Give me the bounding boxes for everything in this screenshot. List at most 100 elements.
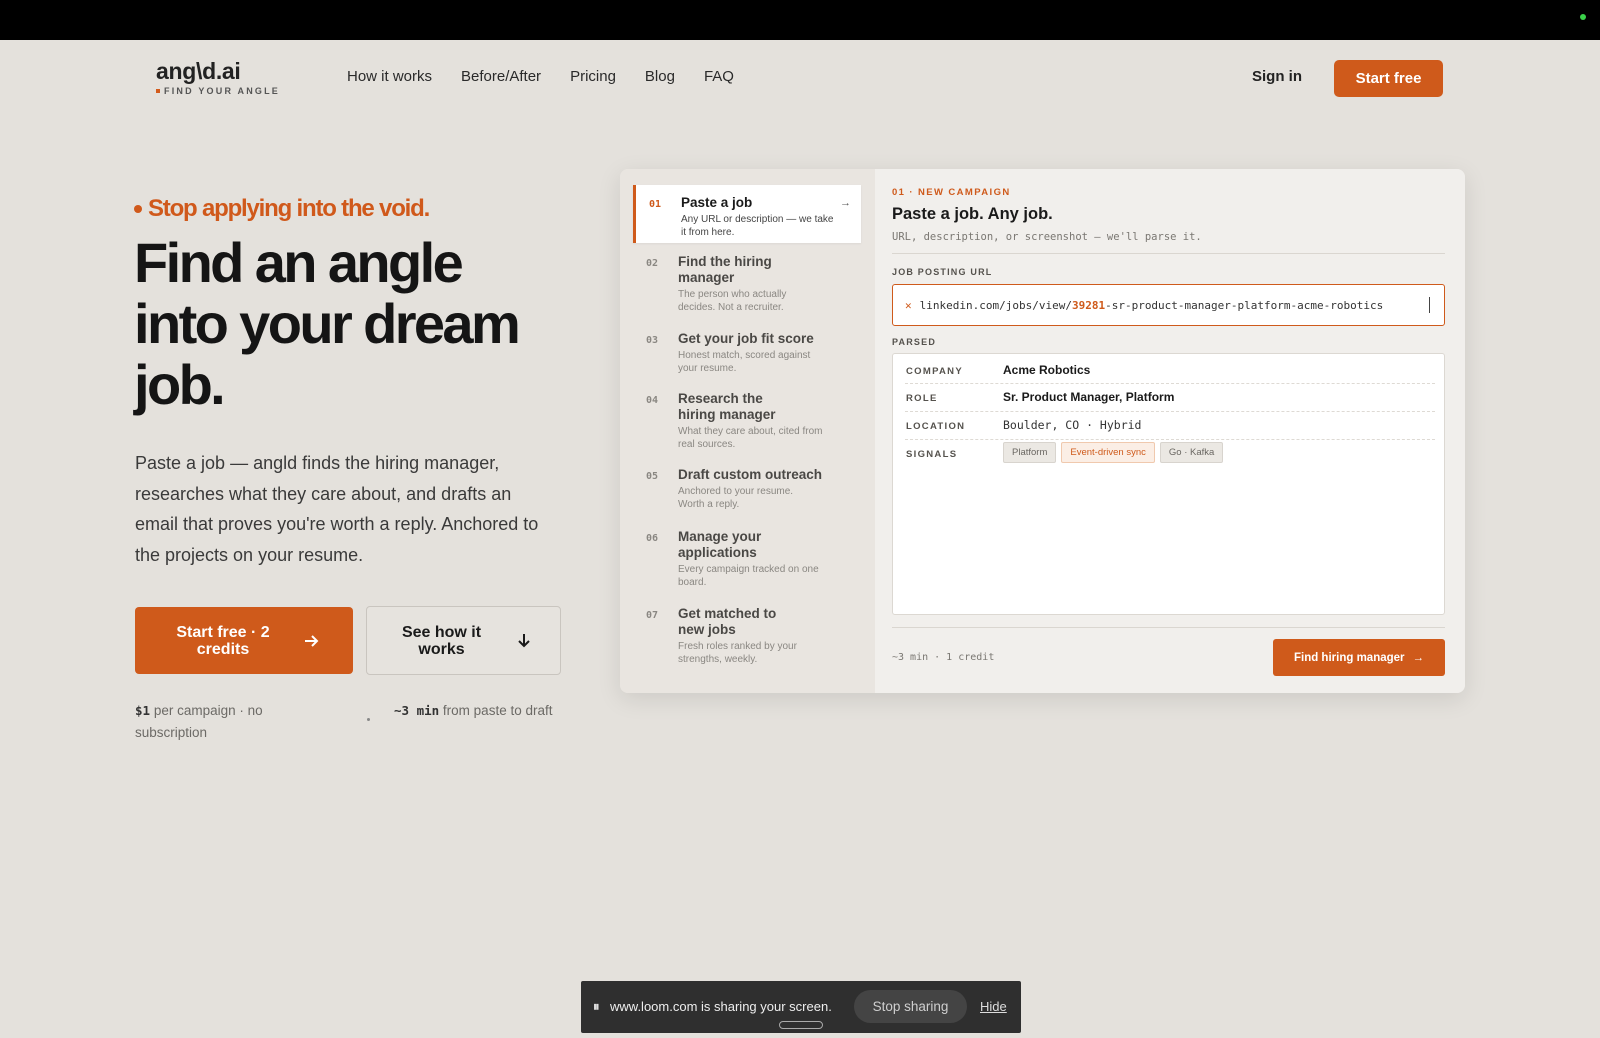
text-caret [1429,297,1430,313]
step-find-hiring-manager[interactable]: 02 Find the hiring manager The person wh… [633,244,861,316]
field-label: ROLE [906,393,938,404]
step-description: Any URL or description — we take it from… [681,214,834,238]
arrow-right-icon: → [840,197,851,209]
hero-headline: Find an angle into your dream job. [134,231,521,416]
step-description: The person who actually decides. Not a r… [678,289,787,313]
panel-eyebrow: 01 · NEW CAMPAIGN [892,187,1011,198]
arrow-down-icon [517,633,530,647]
step-job-fit-score[interactable]: 03 Get your job fit score Honest match, … [633,321,861,379]
price-text: per campaign · no subscription [135,703,263,740]
step-number: 04 [646,395,659,406]
step-number: 01 [649,199,662,210]
nav-pricing[interactable]: Pricing [570,68,616,85]
find-hiring-manager-button[interactable]: Find hiring manager → [1273,639,1445,676]
url-prefix: linkedin.com/jobs/view/ [919,298,1072,312]
nav-faq[interactable]: FAQ [704,68,734,85]
step-description: What they care about, cited from real so… [678,426,823,450]
logo-square-icon [156,89,160,93]
divider [892,627,1445,628]
step-paste-a-job[interactable]: 01 Paste a job Any URL or description — … [633,185,861,243]
step-title: Manage your applications [678,529,762,560]
step-number: 07 [646,610,659,621]
signal-chip-highlight: Event-driven sync [1061,442,1155,463]
step-title: Draft custom outreach [678,467,823,482]
logo-tagline: FIND YOUR ANGLE [156,86,280,96]
nav-how-it-works[interactable]: How it works [347,68,432,85]
url-label: JOB POSTING URL [892,267,993,277]
start-free-credits-button[interactable]: Start free · 2 credits [135,607,353,674]
field-value: Sr. Product Manager, Platform [1003,390,1175,404]
screen-top-bar [0,0,1600,40]
signal-chip: Go · Kafka [1159,442,1224,463]
campaign-panel: 01 · NEW CAMPAIGN Paste a job. Any job. … [875,169,1465,693]
step-title: Research the hiring manager [678,391,776,422]
step-number: 02 [646,258,659,269]
time-meta: ~3 min from paste to draft [394,700,564,722]
field-value: Acme Robotics [1003,363,1091,377]
nav-before-after[interactable]: Before/After [461,68,541,85]
sign-in-link[interactable]: Sign in [1252,68,1302,85]
drag-handle[interactable] [779,1021,823,1029]
parsed-row-company: COMPANY Acme Robotics [905,354,1435,384]
recording-indicator-icon [1580,14,1586,20]
step-number: 06 [646,533,659,544]
step-title: Find the hiring manager [678,254,772,285]
hero-lead: Paste a job — angld finds the hiring man… [135,453,539,565]
time-text: from paste to draft [442,703,553,718]
arrow-right-icon [305,634,319,647]
meta-separator [367,718,370,721]
job-url-input[interactable]: ✕ linkedin.com/jobs/view/39281 -sr-produc… [892,284,1445,326]
step-description: Every campaign tracked on one board. [678,564,819,588]
step-title: Get your job fit score [678,331,814,346]
price-value: $1 [135,703,151,718]
logo-tagline-text: FIND YOUR ANGLE [164,86,281,96]
step-description: Honest match, scored against your resume… [678,350,811,374]
field-value: Boulder, CO · Hybrid [1003,418,1142,432]
find-button-label: Find hiring manager [1293,651,1405,664]
field-label: LOCATION [906,421,966,432]
step-number: 05 [646,471,659,482]
stop-sharing-button[interactable]: Stop sharing [854,990,967,1023]
logo-wordmark: ang\d.ai [156,58,241,84]
step-matched-new-jobs[interactable]: 07 Get matched to new jobs Fresh roles r… [633,596,861,668]
arrow-right-icon: → [1412,651,1425,664]
parsed-row-location: LOCATION Boulder, CO · Hybrid [905,412,1435,440]
panel-subtitle: URL, description, or screenshot — we'll … [892,231,1202,243]
clear-icon[interactable]: ✕ [905,299,912,312]
see-how-it-works-button[interactable]: See how it works [366,606,561,675]
field-label: COMPANY [906,366,963,377]
hero-eyebrow: Stop applying into the void. [134,195,430,223]
panel-footer-meta: ~3 min · 1 credit [892,652,995,663]
parsed-fields: COMPANY Acme Robotics ROLE Sr. Product M… [892,353,1445,615]
logo[interactable]: ang\d.ai FIND YOUR ANGLE [156,58,280,96]
cta-primary-label: Start free · 2 credits [176,623,270,658]
pause-icon[interactable]: ⏸ [593,999,600,1015]
signal-chips: Platform Event-driven sync Go · Kafka [1003,442,1224,463]
step-title: Get matched to new jobs [678,606,777,637]
step-description: Anchored to your resume. Worth a reply. [678,486,794,510]
main-nav: How it works Before/After Pricing Blog F… [347,68,734,85]
url-suffix: -sr-product-manager-platform-acme-roboti… [1105,298,1384,312]
app-preview-card: 01 Paste a job Any URL or description — … [620,169,1465,693]
hero-eyebrow-text: Stop applying into the void. [148,195,430,222]
price-meta: $1 per campaign · no subscription [135,700,315,744]
hide-link[interactable]: Hide [980,999,1007,1014]
parsed-label: PARSED [892,337,937,347]
start-free-button[interactable]: Start free [1334,60,1443,97]
share-message: www.loom.com is sharing your screen. [610,999,832,1014]
nav-blog[interactable]: Blog [645,68,675,85]
signal-chip: Platform [1003,442,1057,463]
step-number: 03 [646,335,659,346]
screen-share-bar: ⏸ www.loom.com is sharing your screen. S… [581,981,1021,1033]
step-research-hiring-manager[interactable]: 04 Research the hiring manager What they… [633,381,861,453]
parsed-row-role: ROLE Sr. Product Manager, Platform [905,384,1435,412]
step-draft-outreach[interactable]: 05 Draft custom outreach Anchored to you… [633,457,861,515]
step-manage-applications[interactable]: 06 Manage your applications Every campai… [633,519,861,591]
divider [892,253,1445,254]
step-description: Fresh roles ranked by your strengths, we… [678,641,797,665]
cta-secondary-label: See how it works [401,623,482,658]
step-title: Paste a job [681,195,753,210]
steps-sidebar: 01 Paste a job Any URL or description — … [620,169,875,693]
bullet-icon [134,205,142,213]
time-value: ~3 min [394,703,440,718]
